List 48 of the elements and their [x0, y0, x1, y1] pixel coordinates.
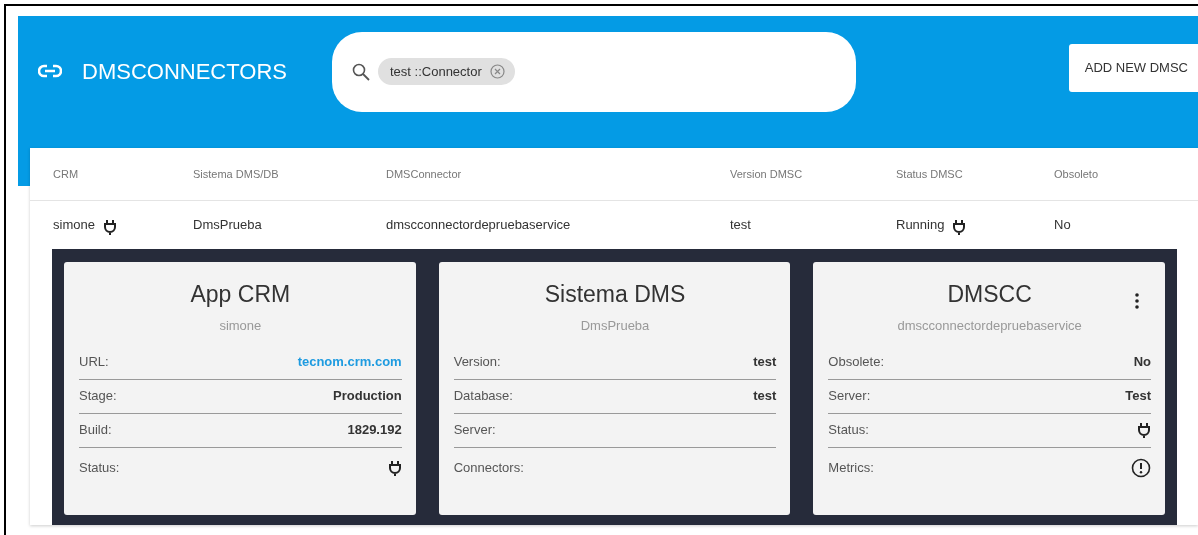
field-label: Status: — [79, 458, 120, 477]
column-header: Obsoleto — [1054, 166, 1100, 182]
plug-icon — [387, 459, 402, 476]
search-field[interactable]: test ::Connector — [332, 31, 856, 112]
table-cell-text: simone — [53, 216, 95, 235]
field-label: Version: — [453, 353, 501, 372]
field-label: Metrics: — [828, 458, 874, 477]
field-value: Test — [1125, 387, 1151, 406]
table-cell-text: test — [730, 216, 752, 235]
table-cell-text: No — [1054, 216, 1072, 235]
column-header: Status DMSC — [896, 166, 964, 182]
field-label: Connectors: — [453, 458, 524, 477]
card-subtitle: simone — [219, 317, 262, 336]
plug-icon — [952, 218, 967, 235]
column-header: Sistema DMS/DB — [193, 166, 280, 182]
field-label: Status: — [828, 421, 869, 440]
app-title: DMSCONNECTORS — [82, 57, 288, 86]
add-button[interactable]: ADD NEW DMSC — [1068, 44, 1198, 92]
plug-icon — [1137, 422, 1151, 439]
card-title: DMSCC — [947, 280, 1032, 310]
chip-label: test ::Connector — [390, 62, 482, 81]
field-label: Database: — [453, 387, 513, 406]
card-title: Sistema DMS — [544, 280, 686, 310]
plug-icon — [102, 218, 117, 235]
field-label: Build: — [79, 421, 112, 440]
field-label: Obsolete: — [828, 353, 884, 372]
column-header: DMSConnector — [386, 166, 463, 182]
alert-icon — [1131, 457, 1151, 478]
field-value: No — [1133, 353, 1151, 372]
column-header: Version DMSC — [730, 166, 804, 182]
field-label: Server: — [453, 421, 496, 440]
card-subtitle: dmscconnectordepruebaservice — [897, 317, 1082, 336]
field-label: URL: — [79, 353, 109, 372]
search-icon — [352, 62, 370, 81]
field-label: Stage: — [79, 387, 117, 406]
table-cell-text: dmscconnectordepruebaservice — [386, 216, 572, 235]
card-title: App CRM — [190, 280, 291, 310]
field-label: Server: — [828, 387, 871, 406]
link-icon — [38, 64, 62, 78]
field-value: 1829.192 — [347, 421, 402, 440]
field-value: Production — [333, 387, 402, 406]
close-icon[interactable] — [489, 64, 505, 79]
field-value: test — [753, 387, 777, 406]
table-cell-text: Running — [896, 216, 945, 235]
card-subtitle: DmsPrueba — [580, 317, 650, 336]
column-header: CRM — [53, 166, 80, 182]
table-cell-text: DmsPrueba — [193, 216, 263, 235]
field-value: test — [753, 353, 777, 372]
